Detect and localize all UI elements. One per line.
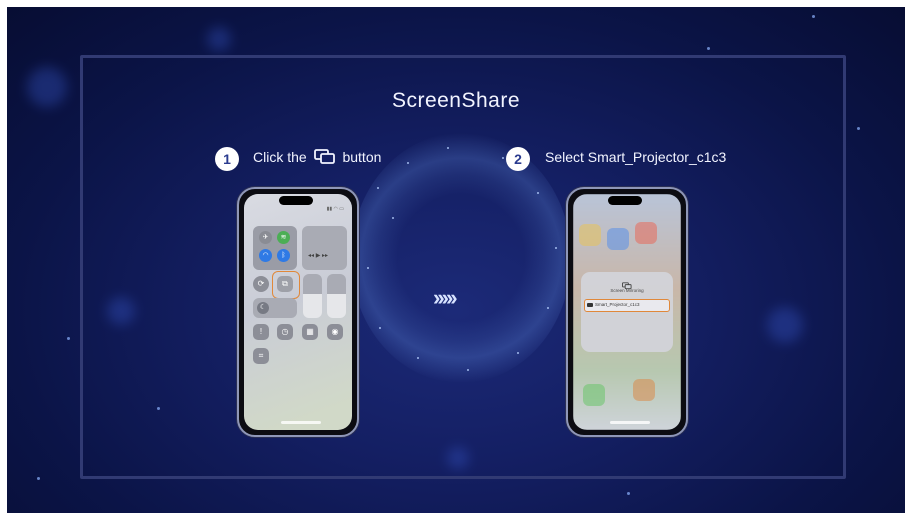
app-blur <box>579 224 601 246</box>
airplane-icon: ✈ <box>259 231 272 244</box>
brightness-slider[interactable] <box>303 274 322 318</box>
dynamic-island <box>608 196 642 205</box>
page-title: ScreenShare <box>391 89 521 112</box>
phone-1-screen: ▮▮ ◠ ▭ ✈ ≋ ◠ ᛒ ◂◂ ▶ ▸▸ ⟳ ⧉ ☾ ǃ ◷ ▦ ◉ ⌗ <box>244 194 352 430</box>
particle-dot <box>555 247 557 249</box>
step-1-instruction: Click the button <box>253 149 381 168</box>
particle-dot <box>379 327 381 329</box>
star-dot <box>707 47 710 50</box>
bluetooth-icon: ᛒ <box>277 249 290 262</box>
step-1-text-before: Click the <box>253 149 307 166</box>
particle-dot <box>417 357 419 359</box>
calculator-icon[interactable]: ▦ <box>302 324 318 340</box>
app-blur <box>635 222 657 244</box>
particle-dot <box>377 187 379 189</box>
particle-dot <box>547 307 549 309</box>
home-indicator <box>281 421 321 424</box>
tv-icon <box>587 303 593 307</box>
star-dot <box>812 15 815 18</box>
device-option-label: Smart_Projector_c1c3 <box>595 302 640 307</box>
particle-dot <box>517 352 519 354</box>
step-1-text-after: button <box>342 149 382 166</box>
timer-icon[interactable]: ◷ <box>277 324 293 340</box>
flashlight-icon[interactable]: ǃ <box>253 324 269 340</box>
star-dot <box>627 492 630 495</box>
step-1-badge: 1 <box>215 147 239 171</box>
screen-mirroring-title: Screen Mirroring <box>610 288 644 293</box>
chevrons-right-icon: ››››› <box>433 285 458 310</box>
focus-icon: ☾ <box>257 302 269 314</box>
status-bar-icon: ▮▮ ◠ ▭ <box>326 206 344 212</box>
screen-mirroring-highlight <box>272 271 300 299</box>
particle-dot <box>367 267 369 269</box>
particle-dot <box>537 192 539 194</box>
particle-dot <box>467 369 469 371</box>
camera-icon[interactable]: ◉ <box>327 324 343 340</box>
phone-control-center: ▮▮ ◠ ▭ ✈ ≋ ◠ ᛒ ◂◂ ▶ ▸▸ ⟳ ⧉ ☾ ǃ ◷ ▦ ◉ ⌗ <box>237 187 359 437</box>
qr-scanner-icon[interactable]: ⌗ <box>253 348 269 364</box>
screenshare-screen: ScreenShare 1 Click the button 2 Select … <box>7 7 905 513</box>
media-tile <box>302 226 347 270</box>
step-2-instruction: Select Smart_Projector_c1c3 <box>545 149 727 165</box>
volume-slider[interactable] <box>327 274 346 318</box>
screen-mirroring-panel: Screen Mirroring Smart_Projector_c1c3 <box>581 272 673 352</box>
cellular-icon: ≋ <box>277 231 290 244</box>
app-blur <box>607 228 629 250</box>
particle-dot <box>447 147 449 149</box>
particle-dot <box>502 157 504 159</box>
star-dot <box>67 337 70 340</box>
phone-screen-mirroring: Screen Mirroring Smart_Projector_c1c3 <box>566 187 688 437</box>
particle-dot <box>392 217 394 219</box>
particle-dot <box>407 162 409 164</box>
device-option-smart-projector[interactable]: Smart_Projector_c1c3 <box>584 299 670 312</box>
bokeh-light <box>207 27 231 51</box>
home-indicator <box>610 421 650 424</box>
phone-2-screen: Screen Mirroring Smart_Projector_c1c3 <box>573 194 681 430</box>
screen-mirroring-icon <box>313 149 336 168</box>
app-blur <box>633 379 655 401</box>
star-dot <box>857 127 860 130</box>
wifi-icon: ◠ <box>259 249 272 262</box>
rotation-lock-icon: ⟳ <box>253 276 269 292</box>
app-blur <box>583 384 605 406</box>
media-controls-icon: ◂◂ ▶ ▸▸ <box>308 253 328 259</box>
particle-ring <box>351 133 571 383</box>
step-2-badge: 2 <box>506 147 530 171</box>
dynamic-island <box>279 196 313 205</box>
star-dot <box>37 477 40 480</box>
